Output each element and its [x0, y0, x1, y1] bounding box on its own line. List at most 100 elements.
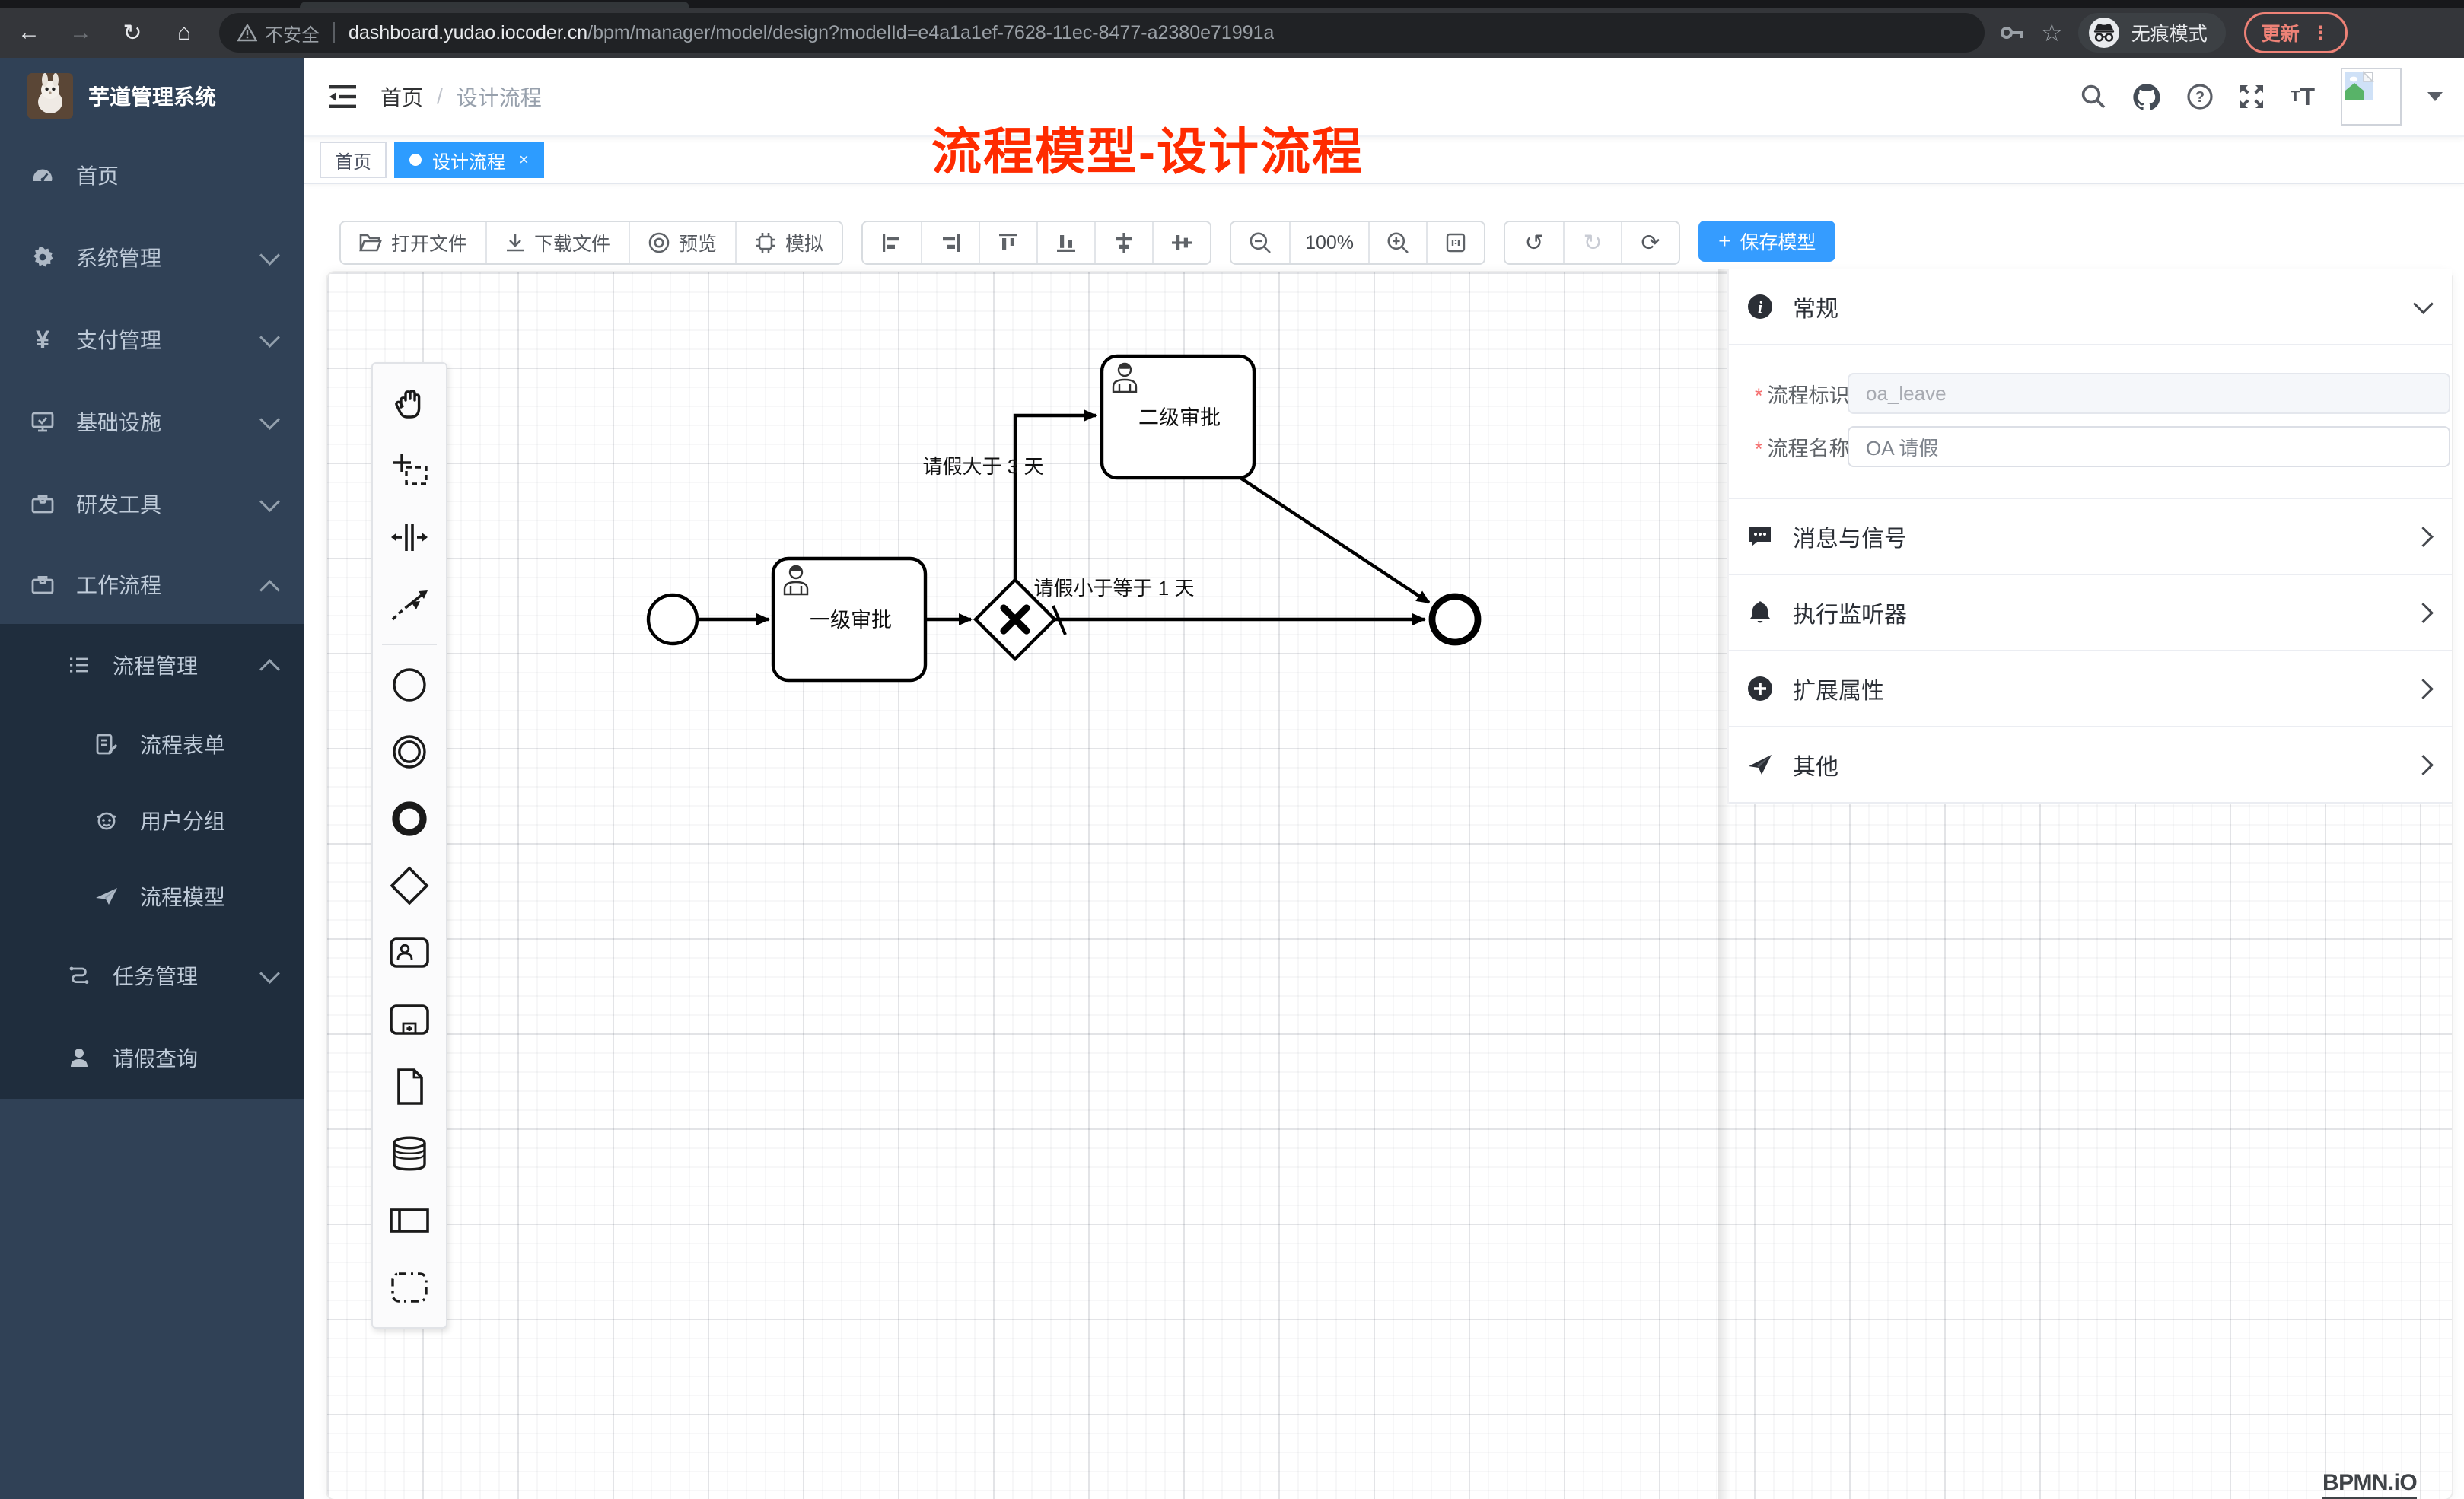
sidebar-item-user-group[interactable]: 用户分组 — [0, 782, 304, 858]
chevron-right-icon — [2413, 527, 2434, 547]
section-title: 执行监听器 — [1793, 596, 1907, 629]
browser-home-button[interactable]: ⌂ — [161, 20, 207, 46]
tab-home[interactable]: 首页 — [320, 142, 387, 178]
palette-global-connect-tool[interactable] — [373, 571, 446, 638]
sidebar-item-devtools[interactable]: 研发工具 — [0, 463, 304, 545]
browser-tabstrip — [0, 0, 2464, 8]
sidebar-item-process-model[interactable]: 流程模型 — [0, 858, 304, 934]
align-left-button[interactable] — [863, 222, 921, 263]
undo-button[interactable]: ↺ — [1505, 222, 1563, 263]
close-icon[interactable]: × — [519, 150, 529, 170]
end-event-node[interactable] — [1432, 597, 1478, 642]
preview-button[interactable]: 预览 — [629, 222, 735, 263]
palette-hand-tool[interactable] — [373, 370, 446, 437]
field-label: *流程标识 — [1755, 379, 1822, 409]
bpmn-io-watermark[interactable]: BPMN.iO — [2322, 1470, 2417, 1499]
zoom-reset-button[interactable] — [1426, 222, 1484, 263]
sidebar-item-task-mgmt[interactable]: 任务管理 — [0, 934, 304, 1017]
avatar[interactable] — [2341, 68, 2402, 126]
sidebar-item-system[interactable]: 系统管理 — [0, 216, 304, 298]
section-extended-attrs[interactable]: 扩展属性 — [1729, 651, 2452, 727]
sidebar-item-home[interactable]: 首页 — [0, 134, 304, 216]
palette-group[interactable] — [373, 1254, 446, 1321]
url-bar[interactable]: 不安全 dashboard.yudao.iocoder.cn/bpm/manag… — [219, 13, 1985, 53]
bpmn-palette — [371, 362, 447, 1329]
redo-button[interactable]: ↻ — [1563, 222, 1621, 263]
bookmark-star-icon[interactable]: ☆ — [2041, 18, 2063, 47]
palette-end-event[interactable] — [373, 785, 446, 852]
redo-icon: ↻ — [1583, 230, 1602, 256]
browser-menu-icon[interactable]: ⋮ — [2312, 22, 2330, 44]
help-icon[interactable]: ? — [2187, 84, 2213, 110]
palette-gateway[interactable] — [373, 852, 446, 919]
palette-subprocess[interactable] — [373, 986, 446, 1053]
flow-label-gt[interactable]: 请假大于 3 天 — [923, 455, 1044, 478]
breadcrumb-home[interactable]: 首页 — [380, 81, 423, 112]
update-label: 更新 — [2262, 19, 2300, 46]
download-file-button[interactable]: 下载文件 — [485, 222, 629, 263]
simulate-button[interactable]: 模拟 — [735, 222, 842, 263]
browser-reload-button[interactable]: ↻ — [110, 20, 155, 46]
zoom-out-button[interactable] — [1231, 222, 1289, 263]
process-name-field: *流程名称 — [1729, 426, 2452, 467]
tab-design-process[interactable]: 设计流程 × — [394, 142, 544, 178]
flow-gateway-to-task2[interactable] — [1015, 415, 1096, 580]
sidebar-item-payment[interactable]: ¥ 支付管理 — [0, 298, 304, 380]
sidebar-item-workflow[interactable]: 工作流程 — [0, 545, 304, 624]
palette-participant[interactable] — [373, 1187, 446, 1254]
align-right-button[interactable] — [921, 222, 979, 263]
section-execution-listener[interactable]: 执行监听器 — [1729, 575, 2452, 651]
brand[interactable]: 芋道管理系统 — [0, 58, 304, 134]
sidebar-item-process-mgmt[interactable]: 流程管理 — [0, 624, 304, 706]
github-icon[interactable] — [2132, 83, 2161, 110]
palette-user-task[interactable] — [373, 919, 446, 986]
open-file-button[interactable]: 打开文件 — [341, 222, 485, 263]
align-right-icon — [940, 232, 961, 253]
font-size-icon[interactable]: TT — [2291, 83, 2315, 111]
browser-forward-button[interactable]: → — [58, 20, 103, 46]
save-model-button[interactable]: + 保存模型 — [1698, 221, 1835, 262]
align-center-h-button[interactable] — [1094, 222, 1152, 263]
message-icon — [1747, 524, 1773, 549]
section-general[interactable]: i 常规 — [1729, 269, 2452, 345]
palette-data-store[interactable] — [373, 1120, 446, 1187]
user-task-1[interactable]: 一级审批 — [773, 559, 925, 680]
palette-lasso-tool[interactable] — [373, 437, 446, 504]
browser-update-button[interactable]: 更新 ⋮ — [2244, 12, 2348, 53]
align-top-button[interactable] — [979, 222, 1036, 263]
palette-intermediate-event[interactable] — [373, 718, 446, 785]
align-center-v-button[interactable] — [1152, 222, 1210, 263]
url-host: dashboard.yudao.iocoder.cn — [349, 22, 587, 43]
security-label: 不安全 — [265, 20, 320, 46]
dashboard-icon — [30, 163, 55, 187]
process-name-input[interactable] — [1848, 426, 2450, 467]
palette-separator — [382, 644, 437, 645]
incognito-icon — [2087, 16, 2121, 49]
section-other[interactable]: 其他 — [1729, 727, 2452, 804]
sidebar-item-infra[interactable]: 基础设施 — [0, 380, 304, 463]
browser-back-button[interactable]: ← — [6, 20, 52, 46]
sidebar-fold-icon[interactable] — [329, 85, 356, 108]
sidebar-item-leave-query[interactable]: 请假查询 — [0, 1017, 304, 1099]
breadcrumb-current: 设计流程 — [457, 81, 542, 112]
flow-label-le[interactable]: 请假小于等于 1 天 — [1034, 577, 1195, 600]
sidebar-item-process-form[interactable]: 流程表单 — [0, 706, 304, 782]
flow-task2-to-end[interactable] — [1240, 478, 1429, 603]
zoom-in-button[interactable] — [1368, 222, 1426, 263]
palette-data-object[interactable] — [373, 1053, 446, 1120]
start-event-node[interactable] — [648, 595, 697, 644]
section-message-signal[interactable]: 消息与信号 — [1729, 499, 2452, 575]
restart-button[interactable]: ⟳ — [1621, 222, 1679, 263]
avatar-dropdown-caret[interactable] — [2427, 92, 2443, 101]
palette-start-event[interactable] — [373, 651, 446, 718]
align-bottom-button[interactable] — [1036, 222, 1094, 263]
browser-active-tab[interactable] — [300, 2, 689, 8]
palette-space-tool[interactable] — [373, 504, 446, 571]
security-warning[interactable]: 不安全 — [237, 20, 320, 46]
chevron-right-icon — [2413, 603, 2434, 623]
fullscreen-icon[interactable] — [2239, 84, 2265, 110]
password-key-icon[interactable] — [2000, 24, 2026, 42]
search-icon[interactable] — [2080, 84, 2106, 110]
user-task-2[interactable]: 二级审批 — [1102, 356, 1254, 478]
process-key-input[interactable] — [1848, 373, 2450, 414]
